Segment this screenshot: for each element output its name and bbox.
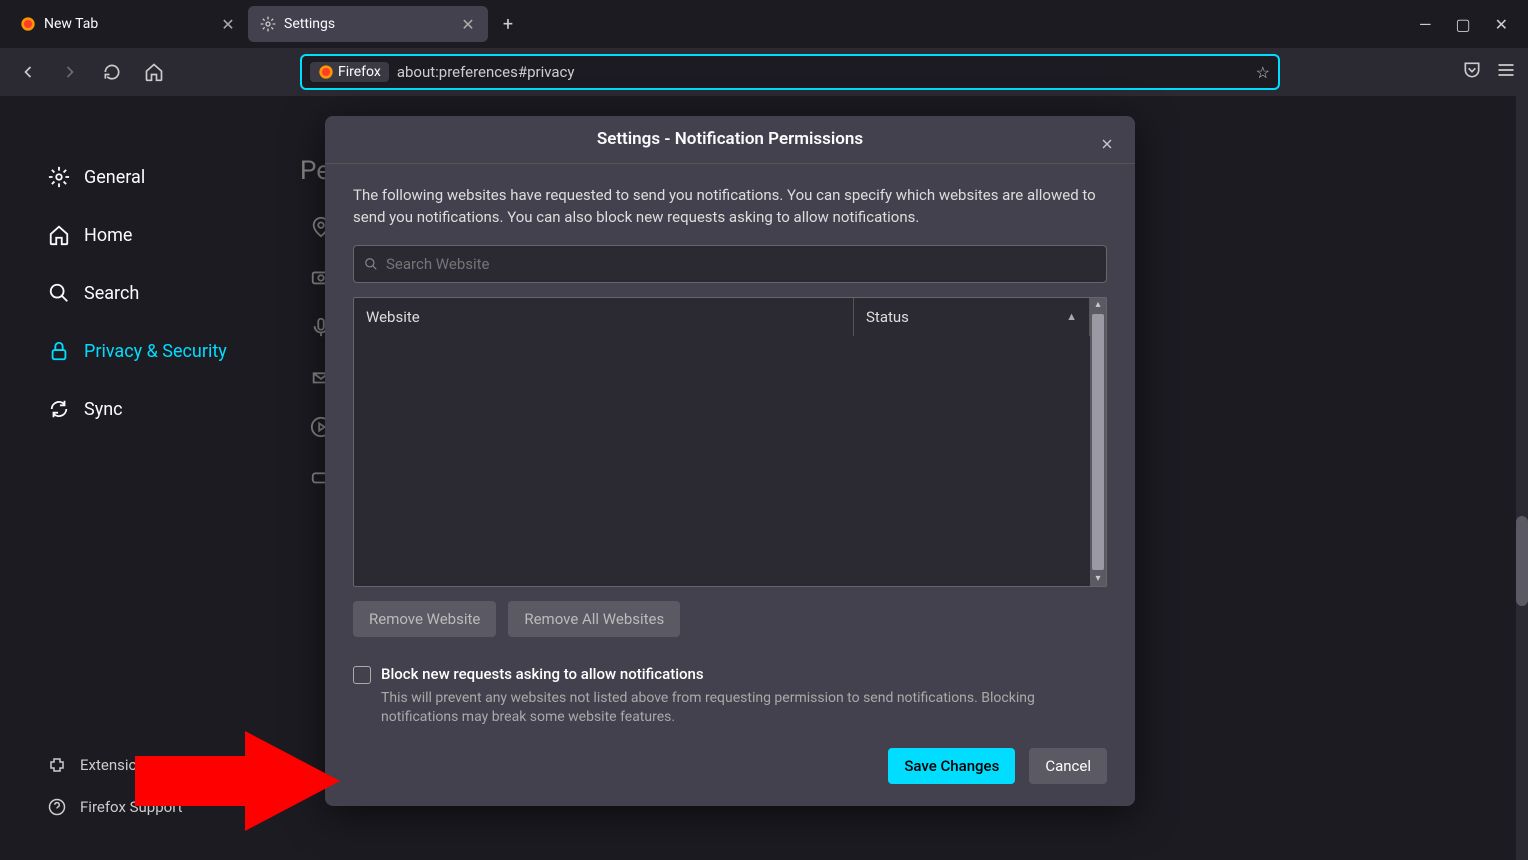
dialog-title: Settings - Notification Permissions xyxy=(597,129,863,149)
search-website-input[interactable] xyxy=(386,255,1096,273)
toolbar-right xyxy=(1462,60,1516,84)
sort-asc-icon: ▲ xyxy=(1066,310,1077,323)
search-icon xyxy=(364,257,378,271)
block-new-requests-description: This will prevent any websites not liste… xyxy=(381,689,1107,728)
puzzle-icon xyxy=(48,756,66,774)
column-header-status[interactable]: Status ▲ xyxy=(854,298,1090,336)
arrow-left-icon xyxy=(18,62,38,82)
tab-title: Settings xyxy=(284,16,452,32)
firefox-icon xyxy=(20,16,36,32)
close-icon[interactable]: ✕ xyxy=(220,16,236,32)
tab-settings[interactable]: Settings ✕ xyxy=(248,6,488,42)
home-icon xyxy=(144,62,164,82)
navigation-toolbar: Firefox about:preferences#privacy ☆ xyxy=(0,48,1528,96)
dialog-footer: Save Changes Cancel xyxy=(325,748,1135,806)
close-icon xyxy=(1099,136,1115,152)
block-new-requests-checkbox[interactable] xyxy=(353,666,371,684)
sidebar-footer: Extensions & Themes Firefox Support xyxy=(40,746,260,830)
url-text: about:preferences#privacy xyxy=(397,63,575,81)
sync-icon xyxy=(48,398,70,420)
app-menu-button[interactable] xyxy=(1496,60,1516,84)
tab-new-tab[interactable]: New Tab ✕ xyxy=(8,6,248,42)
table-header: Website Status ▲ xyxy=(354,298,1090,336)
maximize-button[interactable]: ▢ xyxy=(1455,15,1470,34)
content-area: General Home Search Privacy & Security S… xyxy=(0,96,1528,860)
help-icon xyxy=(48,798,66,816)
table-scrollbar[interactable]: ▴ ▾ xyxy=(1090,298,1106,586)
back-button[interactable] xyxy=(12,56,44,88)
column-header-website[interactable]: Website xyxy=(354,298,854,336)
minimize-button[interactable]: — xyxy=(1419,15,1432,34)
sidebar-item-privacy-security[interactable]: Privacy & Security xyxy=(40,330,260,372)
home-icon xyxy=(48,224,70,246)
sidebar-item-firefox-support[interactable]: Firefox Support xyxy=(40,788,260,826)
scroll-thumb[interactable] xyxy=(1092,314,1104,570)
gear-icon xyxy=(48,166,70,188)
permissions-table: Website Status ▲ ▴ ▾ xyxy=(353,297,1107,587)
lock-icon xyxy=(48,340,70,362)
sidebar-item-label: General xyxy=(84,167,145,188)
bookmark-star-icon[interactable]: ☆ xyxy=(1256,63,1270,82)
table-body-empty xyxy=(354,336,1090,586)
remove-website-button[interactable]: Remove Website xyxy=(353,601,496,637)
remove-buttons-row: Remove Website Remove All Websites xyxy=(353,601,1107,637)
sidebar-item-label: Search xyxy=(84,283,139,304)
firefox-icon xyxy=(318,64,334,80)
page-scrollbar[interactable] xyxy=(1516,96,1528,860)
close-icon[interactable]: ✕ xyxy=(460,16,476,32)
remove-all-websites-button[interactable]: Remove All Websites xyxy=(508,601,680,637)
sidebar-item-search[interactable]: Search xyxy=(40,272,260,314)
sidebar-item-label: Extensions & Themes xyxy=(80,756,224,774)
save-changes-button[interactable]: Save Changes xyxy=(888,748,1015,784)
scroll-down-button[interactable]: ▾ xyxy=(1090,572,1106,586)
url-bar[interactable]: Firefox about:preferences#privacy ☆ xyxy=(300,54,1280,90)
pocket-icon[interactable] xyxy=(1462,60,1482,84)
identity-box[interactable]: Firefox xyxy=(310,62,389,82)
sidebar-item-label: Firefox Support xyxy=(80,798,183,816)
forward-button[interactable] xyxy=(54,56,86,88)
dialog-body: The following websites have requested to… xyxy=(325,164,1135,748)
gear-icon xyxy=(260,16,276,32)
page-scroll-thumb[interactable] xyxy=(1516,516,1528,606)
dialog-description: The following websites have requested to… xyxy=(353,184,1107,229)
home-button[interactable] xyxy=(138,56,170,88)
tab-title: New Tab xyxy=(44,16,212,32)
reload-icon xyxy=(102,62,122,82)
window-controls: — ▢ ✕ xyxy=(1419,15,1520,34)
close-window-button[interactable]: ✕ xyxy=(1495,15,1508,34)
settings-sidebar: General Home Search Privacy & Security S… xyxy=(40,156,260,446)
scroll-up-button[interactable]: ▴ xyxy=(1090,298,1106,312)
sidebar-item-label: Home xyxy=(84,225,132,246)
tab-bar: New Tab ✕ Settings ✕ + — ▢ ✕ xyxy=(0,0,1528,48)
notification-permissions-dialog: Settings - Notification Permissions The … xyxy=(325,116,1135,806)
dialog-header: Settings - Notification Permissions xyxy=(325,116,1135,164)
arrow-right-icon xyxy=(60,62,80,82)
new-tab-button[interactable]: + xyxy=(494,10,522,38)
search-icon xyxy=(48,282,70,304)
cancel-button[interactable]: Cancel xyxy=(1029,748,1107,784)
block-new-requests-row: Block new requests asking to allow notif… xyxy=(353,665,1107,728)
search-website-field[interactable] xyxy=(353,245,1107,283)
sidebar-item-home[interactable]: Home xyxy=(40,214,260,256)
dialog-close-button[interactable] xyxy=(1095,132,1119,156)
sidebar-item-label: Sync xyxy=(84,399,123,420)
sidebar-item-general[interactable]: General xyxy=(40,156,260,198)
sidebar-item-label: Privacy & Security xyxy=(84,341,227,362)
reload-button[interactable] xyxy=(96,56,128,88)
block-new-requests-label: Block new requests asking to allow notif… xyxy=(381,665,1107,683)
sidebar-item-sync[interactable]: Sync xyxy=(40,388,260,430)
sidebar-item-extensions-themes[interactable]: Extensions & Themes xyxy=(40,746,260,784)
identity-label: Firefox xyxy=(338,64,381,80)
